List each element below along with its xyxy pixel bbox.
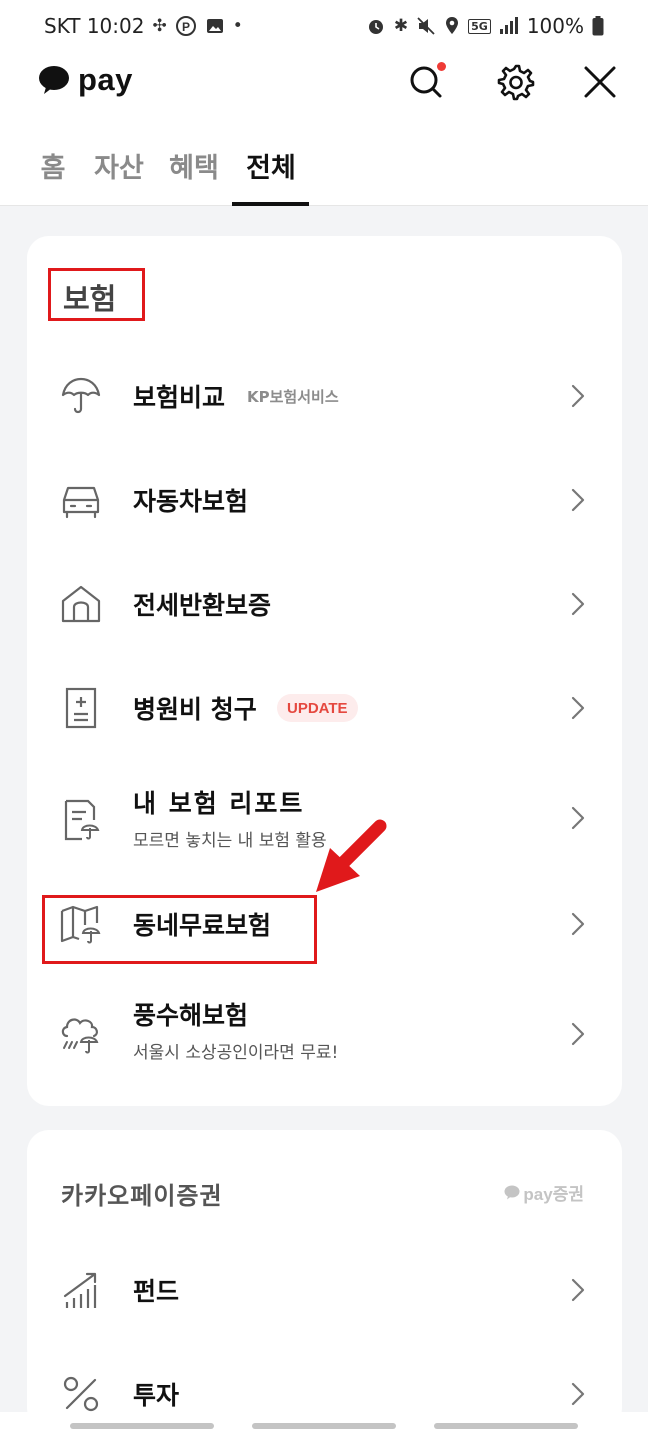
speech-bubble-icon bbox=[39, 66, 69, 94]
system-navigation-bar bbox=[0, 1412, 648, 1440]
tab-all[interactable]: 전체 bbox=[244, 146, 298, 206]
securities-brand-label: pay증권 bbox=[523, 1185, 584, 1204]
chevron-right-icon bbox=[568, 910, 588, 938]
row-title: 보험비교 bbox=[133, 383, 226, 412]
row-tag: KP보험서비스 bbox=[247, 388, 339, 406]
percent-icon bbox=[57, 1370, 105, 1418]
app-header: pay bbox=[0, 52, 648, 132]
row-title: 투자 bbox=[133, 1381, 180, 1410]
bluetooth-icon: ✱ bbox=[393, 16, 409, 36]
network-5g-icon: 5G bbox=[468, 18, 491, 34]
row-title: 병원비 청구 bbox=[133, 695, 257, 724]
close-button[interactable] bbox=[578, 60, 622, 104]
svg-text:P: P bbox=[182, 20, 190, 34]
nav-home-button[interactable] bbox=[252, 1423, 396, 1429]
row-title: 동네무료보험 bbox=[133, 911, 272, 940]
insurance-item-hospital[interactable]: 병원비 청구 UPDATE bbox=[27, 656, 622, 760]
search-button[interactable] bbox=[404, 60, 448, 104]
settings-button[interactable] bbox=[494, 60, 538, 104]
insurance-section-title: 보험 bbox=[63, 282, 117, 316]
row-title: 내 보험 리포트 bbox=[133, 789, 305, 818]
row-title: 풍수해보험 bbox=[133, 1001, 249, 1030]
notification-dot bbox=[437, 62, 446, 71]
chevron-right-icon bbox=[568, 1276, 588, 1304]
gear-icon bbox=[497, 64, 535, 101]
location-icon bbox=[444, 16, 460, 36]
row-subtitle: 서울시 소상공인이라면 무료! bbox=[133, 1043, 339, 1063]
chevron-right-icon bbox=[568, 804, 588, 832]
chevron-right-icon bbox=[568, 382, 588, 410]
insurance-item-car[interactable]: 자동차보험 bbox=[27, 448, 622, 552]
parking-icon: P bbox=[175, 15, 197, 37]
car-icon bbox=[57, 476, 105, 524]
chevron-right-icon bbox=[568, 694, 588, 722]
insurance-item-jeonse[interactable]: 전세반환보증 bbox=[27, 552, 622, 656]
active-tab-indicator bbox=[232, 202, 309, 206]
nav-back-button[interactable] bbox=[434, 1423, 578, 1429]
nav-recents-button[interactable] bbox=[70, 1423, 214, 1429]
gallery-icon bbox=[205, 16, 225, 36]
battery-icon bbox=[592, 16, 604, 36]
row-title: 펀드 bbox=[133, 1277, 180, 1306]
battery-percent: 100% bbox=[526, 14, 584, 38]
insurance-item-compare[interactable]: 보험비교 KP보험서비스 bbox=[27, 344, 622, 448]
insurance-item-storm[interactable]: 풍수해보험 서울시 소상공인이라면 무료! bbox=[27, 978, 622, 1088]
report-umbrella-icon bbox=[57, 796, 105, 844]
storm-umbrella-icon bbox=[57, 1010, 105, 1058]
mute-icon bbox=[416, 16, 436, 36]
row-title: 자동차보험 bbox=[133, 487, 249, 516]
umbrella-icon bbox=[57, 372, 105, 420]
fund-chart-icon bbox=[57, 1266, 105, 1314]
kakaopay-securities-logo: pay증권 bbox=[504, 1180, 584, 1205]
status-carrier-time: SKT 10:02 bbox=[44, 14, 145, 38]
hospital-document-icon bbox=[57, 684, 105, 732]
status-bar: SKT 10:02 ✣ P • ✱ 5G 100% bbox=[0, 0, 648, 52]
row-title: 전세반환보증 bbox=[133, 591, 272, 620]
securities-card: 카카오페이증권 pay증권 펀드 투자 bbox=[27, 1130, 622, 1430]
securities-item-fund[interactable]: 펀드 bbox=[27, 1238, 622, 1342]
update-badge: UPDATE bbox=[277, 694, 358, 722]
red-arrow-annotation bbox=[316, 819, 387, 892]
chevron-right-icon bbox=[568, 1380, 588, 1408]
row-subtitle: 모르면 놓치는 내 보험 활용 bbox=[133, 831, 327, 851]
house-icon bbox=[57, 580, 105, 628]
logo-text: pay bbox=[78, 62, 133, 97]
tab-home[interactable]: 홈 bbox=[40, 146, 66, 206]
close-icon bbox=[584, 66, 616, 98]
main-tabs: 홈 자산 혜택 전체 bbox=[0, 132, 648, 206]
tab-benefits[interactable]: 혜택 bbox=[168, 146, 220, 206]
tab-assets[interactable]: 자산 bbox=[93, 146, 145, 206]
securities-section-title: 카카오페이증권 bbox=[61, 1182, 223, 1210]
chevron-right-icon bbox=[568, 486, 588, 514]
signal-icon bbox=[499, 17, 519, 35]
alarm-icon bbox=[366, 16, 386, 36]
chevron-right-icon bbox=[568, 590, 588, 618]
dot-icon: • bbox=[232, 16, 243, 36]
chevron-right-icon bbox=[568, 1020, 588, 1048]
insurance-card: 보험 보험비교 KP보험서비스 자동차보험 전세반환보증 병원비 청구 UPDA… bbox=[27, 236, 622, 1106]
kakaopay-logo: pay bbox=[38, 62, 133, 98]
map-umbrella-icon bbox=[57, 900, 105, 948]
fan-icon: ✣ bbox=[152, 16, 167, 36]
speech-bubble-icon bbox=[504, 1185, 520, 1200]
